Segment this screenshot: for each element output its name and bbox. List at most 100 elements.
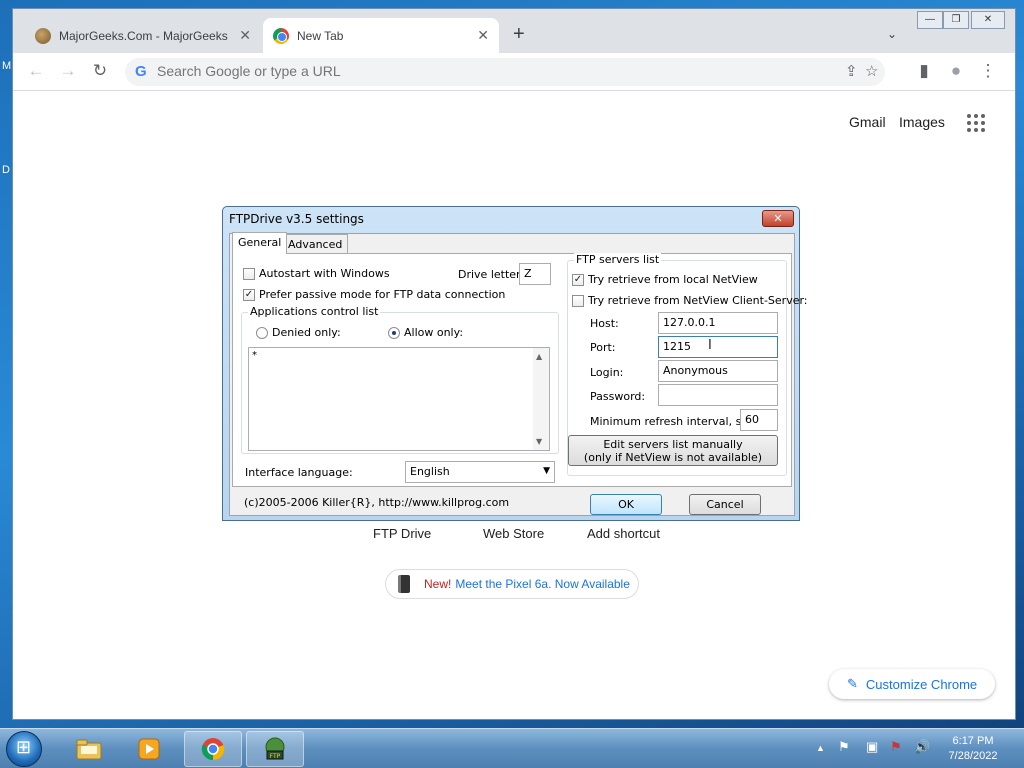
dialog-close-button[interactable]: ✕	[762, 210, 794, 227]
general-tab-page: Autostart with Windows Drive letter: Z ✓…	[232, 253, 808, 487]
close-window-button[interactable]: ✕	[971, 11, 1005, 29]
chrome-menu-icon[interactable]: ⋮	[977, 61, 999, 81]
passive-mode-label: Prefer passive mode for FTP data connect…	[259, 288, 506, 301]
local-netview-label: Try retrieve from local NetView	[588, 273, 758, 286]
checkbox-box: ✓	[572, 273, 584, 286]
dialog-title: FTPDrive v3.5 settings	[229, 212, 364, 226]
password-field[interactable]	[658, 384, 778, 406]
password-label: Password:	[590, 390, 646, 403]
maximize-button[interactable]: ❐	[943, 11, 969, 29]
cancel-button[interactable]: Cancel	[689, 494, 761, 515]
shortcut-ftp-drive[interactable]: FTP Drive	[373, 526, 431, 541]
allow-only-radio[interactable]: Allow only:	[388, 326, 463, 339]
shortcut-add[interactable]: Add shortcut	[587, 526, 660, 541]
omnibox[interactable]: G ⇪ ☆	[125, 58, 885, 86]
taskbar-ftpdrive[interactable]: FTP	[246, 731, 304, 767]
pixel-phone-icon	[398, 575, 410, 593]
ok-button[interactable]: OK	[590, 494, 662, 515]
client-server-label: Try retrieve from NetView Client-Server:	[588, 294, 808, 307]
radio-dot	[388, 326, 400, 339]
svg-text:FTP: FTP	[270, 753, 281, 760]
taskbar-media-player[interactable]	[120, 731, 178, 767]
tab-strip: MajorGeeks.Com - MajorGeeks ✕ New Tab ✕ …	[13, 9, 1015, 53]
refresh-interval-label: Minimum refresh interval, sec:	[590, 415, 758, 428]
show-hidden-icons-icon[interactable]: ▲	[816, 743, 825, 753]
google-icon: G	[135, 63, 147, 80]
tab-new-tab[interactable]: New Tab ✕	[263, 18, 499, 53]
scroll-up-arrow-icon[interactable]: ▲	[536, 352, 542, 361]
tab-title: New Tab	[297, 28, 344, 43]
forward-arrow-icon[interactable]: →	[57, 61, 79, 81]
dialog-client: General Advanced Autostart with Windows …	[229, 232, 808, 516]
tab-general[interactable]: General	[232, 232, 288, 254]
text-cursor-icon: I	[708, 338, 712, 353]
denied-only-label: Denied only:	[272, 326, 341, 339]
omnibox-input[interactable]	[157, 63, 837, 79]
drive-letter-field[interactable]: Z	[519, 263, 551, 285]
pixel-promo-link[interactable]: New! Meet the Pixel 6a. Now Available	[385, 569, 639, 599]
host-label: Host:	[590, 317, 619, 330]
login-field[interactable]: Anonymous	[658, 360, 778, 382]
tab-title: MajorGeeks.Com - MajorGeeks	[59, 28, 228, 43]
radio-dot	[256, 326, 268, 339]
desktop-icon-label-fragment: M	[2, 60, 12, 72]
scroll-down-arrow-icon[interactable]: ▼	[536, 437, 542, 446]
chrome-favicon-icon	[273, 27, 289, 44]
refresh-interval-field[interactable]: 60	[740, 409, 778, 431]
group-caption: FTP servers list	[574, 253, 662, 266]
profile-avatar-icon[interactable]: ●	[945, 61, 967, 81]
ftp-servers-group: FTP servers list ✓ Try retrieve from loc…	[567, 253, 808, 476]
autostart-checkbox[interactable]: Autostart with Windows	[243, 267, 390, 280]
ftpdrive-settings-dialog: FTPDrive v3.5 settings ✕ General Advance…	[222, 206, 808, 521]
share-icon[interactable]: ⇪	[845, 62, 858, 80]
applications-list[interactable]: * ▲ ▼	[248, 347, 550, 451]
majorgeeks-favicon-icon	[35, 27, 51, 44]
local-netview-checkbox[interactable]: ✓ Try retrieve from local NetView	[572, 273, 758, 286]
taskbar-explorer[interactable]	[60, 731, 118, 767]
customize-chrome-button[interactable]: ✎ Customize Chrome	[829, 669, 995, 699]
list-item[interactable]: *	[252, 350, 257, 361]
customize-label: Customize Chrome	[865, 676, 978, 692]
action-center-icon[interactable]: ⚑	[838, 739, 850, 755]
flag-icon[interactable]: ⚑	[890, 739, 902, 755]
tab-advanced[interactable]: Advanced	[282, 234, 349, 254]
taskbar-chrome[interactable]	[184, 731, 242, 767]
system-clock[interactable]: 6:17 PM 7/28/2022	[938, 734, 1008, 764]
minimize-button[interactable]: —	[917, 11, 943, 29]
edit-servers-line1: Edit servers list manually	[603, 438, 743, 451]
shortcut-web-store[interactable]: Web Store	[483, 526, 544, 541]
images-link[interactable]: Images	[899, 114, 945, 130]
volume-icon[interactable]: 🔊	[914, 739, 930, 755]
ftpdrive-icon: FTP	[265, 737, 285, 760]
allow-only-label: Allow only:	[404, 326, 464, 339]
checkbox-box: ✓	[243, 288, 255, 301]
port-field[interactable]: 1215	[658, 336, 778, 358]
checkbox-box	[243, 267, 255, 280]
edit-servers-button[interactable]: Edit servers list manually (only if NetV…	[568, 435, 778, 466]
host-field[interactable]: 127.0.0.1	[658, 312, 778, 334]
close-tab-icon[interactable]: ✕	[239, 27, 251, 44]
pencil-icon: ✎	[847, 676, 858, 691]
interface-language-select[interactable]: English ▼	[405, 461, 555, 483]
tab-majorgeeks[interactable]: MajorGeeks.Com - MajorGeeks ✕	[25, 18, 261, 53]
dropdown-arrow-icon: ▼	[543, 466, 550, 476]
copyright-text: (c)2005-2006 Killer{R}, http://www.killp…	[244, 496, 510, 509]
side-panel-icon[interactable]: ▮	[913, 61, 935, 81]
bookmark-star-icon[interactable]: ☆	[865, 62, 878, 80]
denied-only-radio[interactable]: Denied only:	[256, 326, 341, 339]
close-tab-icon[interactable]: ✕	[477, 27, 489, 44]
google-apps-icon[interactable]	[967, 114, 985, 132]
back-arrow-icon[interactable]: ←	[25, 61, 47, 81]
client-server-checkbox[interactable]: Try retrieve from NetView Client-Server:	[572, 294, 808, 307]
clock-time: 6:17 PM	[952, 735, 994, 747]
reload-icon[interactable]: ↻	[89, 61, 111, 81]
new-tab-button[interactable]: +	[513, 23, 525, 46]
start-button[interactable]	[6, 731, 42, 767]
passive-mode-checkbox[interactable]: ✓ Prefer passive mode for FTP data conne…	[243, 288, 505, 301]
promo-new-badge: New!	[424, 577, 452, 591]
list-scrollbar[interactable]: ▲ ▼	[533, 348, 549, 450]
gmail-link[interactable]: Gmail	[849, 114, 886, 130]
drive-letter-label: Drive letter:	[458, 268, 525, 281]
network-icon[interactable]: ▣	[866, 739, 878, 755]
tab-search-chevron-icon[interactable]: ⌄	[887, 27, 897, 41]
